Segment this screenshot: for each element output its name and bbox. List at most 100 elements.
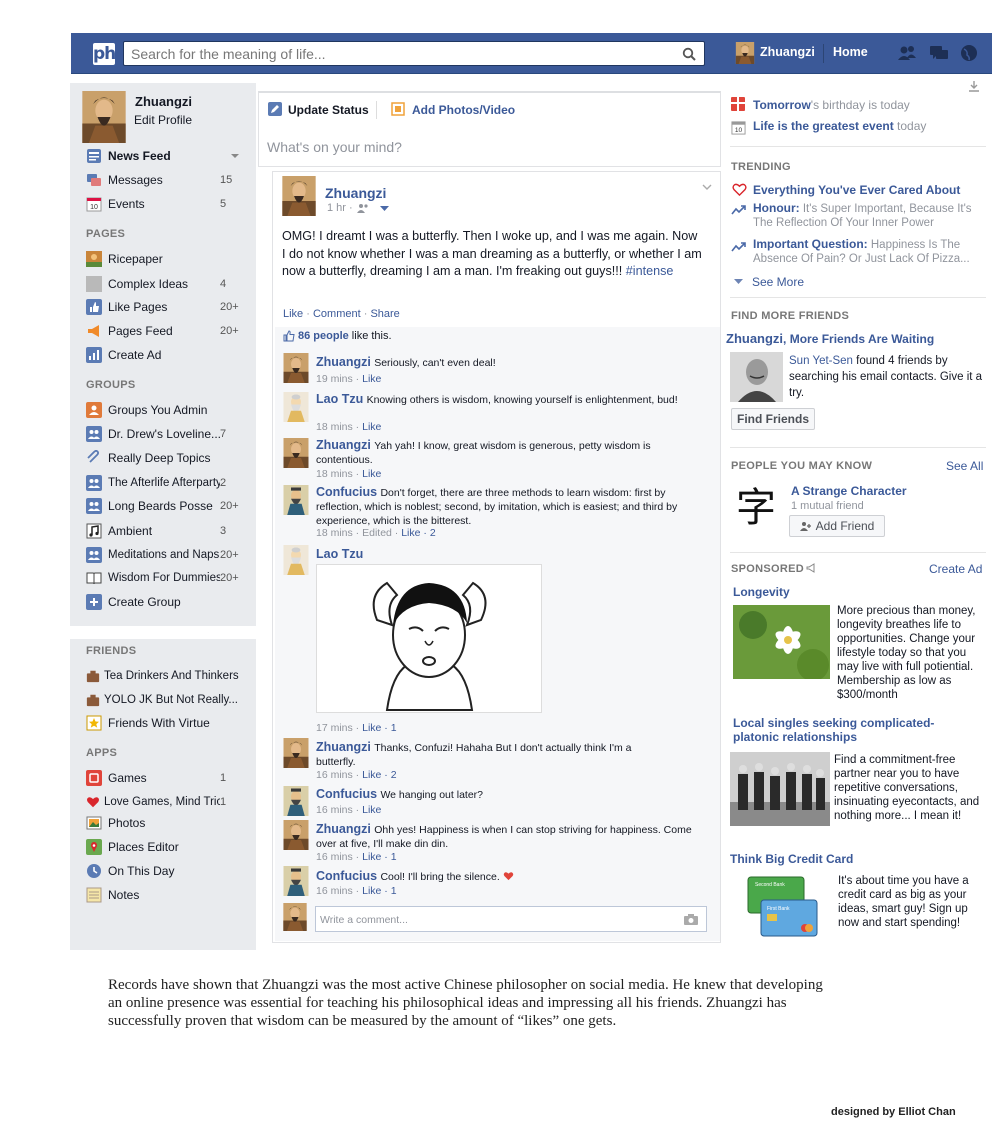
comment-like-link[interactable]: Like [362, 421, 381, 433]
comment-like-count[interactable]: 1 [391, 885, 397, 897]
comment-like-link[interactable]: Like [362, 722, 381, 734]
comment-like-count[interactable]: 1 [391, 851, 397, 863]
site-logo[interactable]: ph [93, 43, 116, 65]
comment-author[interactable]: Lao Tzu [316, 392, 363, 406]
home-link[interactable]: Home [833, 45, 868, 59]
comment-input-box[interactable]: Write a comment... [315, 906, 707, 932]
comment-like-link[interactable]: Like [362, 885, 381, 897]
ad-title[interactable]: Local singles seeking complicated-platon… [733, 716, 953, 744]
post-timestamp[interactable]: 1 hr · [327, 202, 353, 214]
comment-author[interactable]: Lao Tzu [316, 547, 363, 561]
comment-author[interactable]: Zhuangzi [316, 822, 371, 836]
comment-avatar[interactable] [281, 820, 311, 850]
trending-item[interactable]: Everything You've Ever Cared About [753, 183, 960, 197]
comment-like-count[interactable]: 2 [430, 527, 436, 539]
likes-count-link[interactable]: 86 people [298, 330, 349, 342]
chevron-down-icon[interactable] [380, 206, 389, 212]
sidebar-item-create-ad[interactable]: Create Ad [86, 346, 246, 364]
post-options-chevron-icon[interactable] [702, 184, 712, 191]
comment-like-link[interactable]: Like [401, 527, 420, 539]
search-box[interactable] [123, 41, 705, 66]
profile-picture[interactable] [82, 91, 126, 143]
comment-avatar[interactable] [281, 545, 311, 575]
search-input[interactable] [124, 42, 664, 65]
sidebar-item-groups-you-admin[interactable]: Groups You Admin [86, 401, 246, 419]
comment-avatar[interactable] [281, 438, 311, 468]
sidebar-item-afterlife-afterparty[interactable]: The Afterlife Afterparty 2 [86, 474, 246, 492]
strange-character-avatar[interactable]: 字 [731, 481, 781, 535]
suggested-friend-name[interactable]: A Strange Character [791, 484, 907, 498]
comment-link[interactable]: Comment [313, 308, 361, 320]
share-link[interactable]: Share [370, 308, 399, 320]
search-icon[interactable] [682, 47, 696, 61]
sidebar-item-like-pages[interactable]: Like Pages 20+ [86, 298, 246, 316]
trending-item[interactable]: Honour: It's Super Important, Because It… [753, 201, 981, 230]
sidebar-item-ambient[interactable]: Ambient 3 [86, 522, 246, 540]
sidebar-item-long-beards-posse[interactable]: Long Beards Posse 20+ [86, 497, 246, 515]
sun-yat-sen-photo[interactable] [730, 352, 783, 402]
sidebar-item-love-games[interactable]: Love Games, Mind Tricks 1 [86, 793, 246, 811]
comment-author[interactable]: Zhuangzi [316, 438, 371, 452]
trending-item[interactable]: Important Question: Happiness Is The Abs… [753, 237, 975, 266]
find-friends-button[interactable]: Find Friends [731, 408, 815, 430]
post-author-name[interactable]: Zhuangzi [325, 185, 386, 201]
sidebar-item-tea-drinkers[interactable]: Tea Drinkers And Thinkers [86, 667, 246, 685]
comment-avatar[interactable] [281, 738, 311, 768]
globe-notifications-icon[interactable] [959, 44, 979, 62]
sidebar-item-events[interactable]: 10 Events 5 [86, 195, 246, 213]
sidebar-item-yolo-jk[interactable]: YOLO JK But Not Really... [86, 691, 246, 709]
ad-title[interactable]: Longevity [733, 585, 790, 599]
see-more-link[interactable]: See More [752, 275, 804, 289]
comment-like-count[interactable]: 2 [391, 769, 397, 781]
friend-requests-icon[interactable] [897, 44, 917, 62]
comment-author[interactable]: Confucius [316, 485, 377, 499]
comment-avatar[interactable] [281, 353, 311, 383]
sidebar-item-messages[interactable]: Messages 15 [86, 171, 246, 189]
sidebar-item-places-editor[interactable]: Places Editor [86, 838, 246, 856]
user-name-link[interactable]: Zhuangzi [760, 45, 815, 59]
sidebar-item-loveline[interactable]: Dr. Drew's Loveline... 7 [86, 425, 246, 443]
like-link[interactable]: Like [283, 308, 303, 320]
hashtag-link[interactable]: #intense [626, 264, 674, 278]
sidebar-item-ricepaper[interactable]: Ricepaper [86, 250, 246, 268]
sidebar-item-wisdom-for-dummies[interactable]: Wisdom For Dummies 20+ [86, 569, 246, 587]
sidebar-item-games[interactable]: Games 1 [86, 769, 246, 787]
comment-author[interactable]: Zhuangzi [316, 355, 371, 369]
edit-profile-link[interactable]: Edit Profile [134, 113, 192, 127]
comment-like-link[interactable]: Like [362, 468, 381, 480]
comment-like-link[interactable]: Like [362, 373, 381, 385]
comment-author[interactable]: Confucius [316, 869, 377, 883]
camera-icon[interactable] [684, 914, 698, 925]
comment-like-link[interactable]: Like [362, 851, 381, 863]
chevron-down-icon[interactable] [230, 152, 240, 160]
event-link[interactable]: Life is the greatest event [753, 119, 894, 133]
comment-like-link[interactable]: Like [362, 769, 381, 781]
comment-image-meme[interactable] [316, 564, 542, 713]
sidebar-item-meditations-and-naps[interactable]: Meditations and Naps 20+ [86, 546, 246, 564]
comment-author[interactable]: Confucius [316, 787, 377, 801]
create-ad-link[interactable]: Create Ad [929, 562, 982, 576]
comment-avatar[interactable] [281, 866, 311, 896]
birthday-link[interactable]: Tomorrow [753, 98, 811, 112]
ad-image-flower[interactable] [733, 605, 830, 679]
download-icon[interactable] [968, 80, 980, 92]
comment-author[interactable]: Zhuangzi [316, 740, 371, 754]
friend-name-link[interactable]: Sun Yet-Sen [789, 355, 853, 367]
sidebar-item-pages-feed[interactable]: Pages Feed 20+ [86, 322, 246, 340]
status-input[interactable]: What's on your mind? [267, 139, 402, 155]
ad-title[interactable]: Think Big Credit Card [730, 852, 853, 866]
ad-image-group-photo[interactable] [730, 752, 830, 826]
sidebar-item-notes[interactable]: Notes [86, 886, 246, 904]
sidebar-item-news-feed[interactable]: News Feed [86, 147, 246, 165]
comment-like-count[interactable]: 1 [391, 722, 397, 734]
messages-icon[interactable] [929, 44, 949, 62]
sidebar-item-really-deep-topics[interactable]: Really Deep Topics [86, 449, 246, 467]
profile-name[interactable]: Zhuangzi [135, 94, 192, 109]
sidebar-item-complex-ideas[interactable]: Complex Ideas 4 [86, 275, 246, 293]
user-avatar[interactable] [734, 42, 756, 64]
comment-input[interactable]: Write a comment... [320, 914, 408, 926]
comment-avatar[interactable] [281, 786, 311, 816]
sidebar-item-on-this-day[interactable]: On This Day [86, 862, 246, 880]
sidebar-item-friends-with-virtue[interactable]: Friends With Virtue [86, 714, 246, 732]
comment-like-link[interactable]: Like [362, 804, 381, 816]
